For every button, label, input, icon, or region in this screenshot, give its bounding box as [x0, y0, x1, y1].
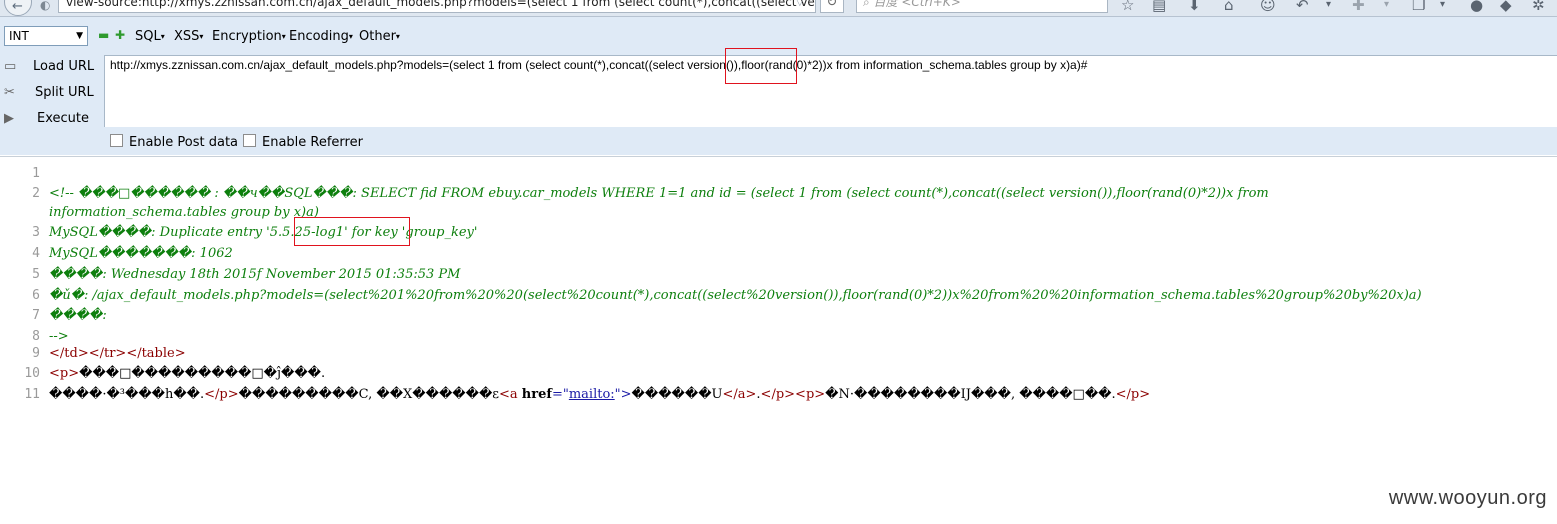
source-line: <!-- ���□������ : ��ч��SQL���: SELECT fi…	[49, 186, 1269, 201]
menu-encryption[interactable]: Encryption▾	[212, 29, 286, 44]
line-number: 9	[32, 346, 40, 361]
enable-referrer-checkbox[interactable]: Enable Referrer	[243, 134, 363, 150]
line-number: 7	[32, 308, 40, 323]
menu-sql[interactable]: SQL▾	[135, 29, 165, 44]
source-line: ����:	[49, 308, 107, 323]
address-bar[interactable]: view-source:http://xmys.zznissan.com.cn/…	[58, 0, 816, 13]
source-line: ����·�³���h��.</p>���������C, ��X������ε…	[49, 387, 1151, 402]
source-line: MySQL�������: 1062	[49, 246, 233, 261]
chat-icon[interactable]: ●	[1470, 0, 1483, 14]
checkbox-box	[243, 134, 256, 147]
home-icon[interactable]: ⌂	[1224, 0, 1234, 14]
line-number: 1	[32, 166, 40, 181]
line-number: 11	[24, 387, 40, 402]
view-source-content: 1 2 <!-- ���□������ : ��ч��SQL���: SELEC…	[0, 156, 1557, 524]
source-line-wrap: information_schema.tables group by x)a)	[49, 205, 319, 220]
undo-dropdown-icon[interactable]: ▾	[1326, 0, 1331, 10]
type-select[interactable]: INT ▼	[4, 26, 88, 46]
watermark: www.wooyun.org	[1388, 487, 1547, 509]
undo-icon[interactable]: ↶	[1296, 0, 1309, 14]
line-number: 2	[32, 186, 40, 201]
source-line: MySQL����: Duplicate entry '5.5.25-log1'…	[49, 225, 478, 240]
minus-icon[interactable]: ▬	[98, 28, 109, 42]
highlight-box-version	[725, 48, 797, 84]
menu-other[interactable]: Other▾	[359, 29, 400, 44]
chevron-down-icon: ▼	[76, 31, 83, 41]
line-number: 5	[32, 267, 40, 282]
bookmarks-menu-icon[interactable]: ▤	[1152, 0, 1166, 14]
bookmark-star-icon[interactable]: ☆	[1121, 0, 1134, 14]
line-number: 4	[32, 246, 40, 261]
split-url-icon: ✂	[4, 85, 15, 100]
checkbox-box	[110, 134, 123, 147]
site-identity-icon[interactable]: ◐	[40, 0, 50, 12]
highlight-box-version-result	[294, 217, 410, 246]
source-line: �ǔ�: /ajax_default_models.php?models=(se…	[49, 288, 1422, 303]
plus-icon[interactable]: ✚	[115, 28, 125, 42]
downloads-icon[interactable]: ⬇	[1188, 0, 1201, 14]
source-line: <p>���□���������□�ĵ���.	[49, 366, 326, 381]
smiley-addon-icon[interactable]: ☺	[1260, 0, 1276, 14]
source-line: ����: Wednesday 18th 2015f November 2015…	[49, 267, 461, 282]
search-icon: ⌕	[863, 0, 874, 9]
speech-bubble-icon[interactable]: ◆	[1500, 0, 1512, 14]
reload-button[interactable]: ↻	[820, 0, 844, 13]
hackbar-panel: INT ▼ ▬ ✚ SQL▾ XSS▾ Encryption▾ Encoding…	[0, 17, 1557, 155]
hackbar-url-text: http://xmys.zznissan.com.cn/ajax_default…	[110, 58, 1088, 72]
browser-navbar: ← ◐ view-source:http://xmys.zznissan.com…	[0, 0, 1557, 17]
line-number: 6	[32, 288, 40, 303]
search-placeholder: 百度 <Ctrl+K>	[873, 0, 961, 9]
window-icon[interactable]: ❐	[1412, 0, 1425, 14]
menu-xss[interactable]: XSS▾	[174, 29, 203, 44]
extension-icon[interactable]: ✚	[1352, 0, 1365, 14]
url-history-dropdown-icon[interactable]: ▽	[796, 0, 804, 8]
menu-encoding[interactable]: Encoding▾	[289, 29, 353, 44]
hackbar-url-textarea[interactable]: http://xmys.zznissan.com.cn/ajax_default…	[104, 48, 1557, 127]
back-arrow-icon: ←	[12, 0, 23, 14]
extension-dropdown-icon[interactable]: ▾	[1384, 0, 1389, 10]
load-url-icon: ▭	[4, 59, 17, 74]
line-number: 3	[32, 225, 40, 240]
hackbar-actions: ▭ Load URL ✂ Split URL ▶ Execute	[0, 55, 104, 155]
execute-button[interactable]: ▶ Execute	[0, 108, 104, 132]
line-number: 8	[32, 329, 40, 344]
search-input[interactable]: ⌕ 百度 <Ctrl+K>	[856, 0, 1108, 13]
load-url-button[interactable]: ▭ Load URL	[0, 56, 104, 80]
window-dropdown-icon[interactable]: ▾	[1440, 0, 1445, 10]
split-url-button[interactable]: ✂ Split URL	[0, 82, 104, 106]
enable-post-data-checkbox[interactable]: Enable Post data	[110, 134, 238, 150]
address-text: view-source:http://xmys.zznissan.com.cn/…	[66, 0, 816, 9]
line-number: 10	[24, 366, 40, 381]
addon-menu-icon[interactable]: ✲	[1532, 0, 1545, 14]
execute-icon: ▶	[4, 111, 14, 126]
source-line: -->	[49, 329, 69, 344]
source-line: </td></tr></table>	[49, 346, 186, 361]
type-select-value: INT	[9, 29, 29, 43]
hackbar-options: Enable Post data Enable Referrer	[104, 127, 1557, 155]
mailto-link[interactable]: mailto:	[569, 387, 615, 402]
back-button[interactable]: ←	[4, 0, 32, 16]
